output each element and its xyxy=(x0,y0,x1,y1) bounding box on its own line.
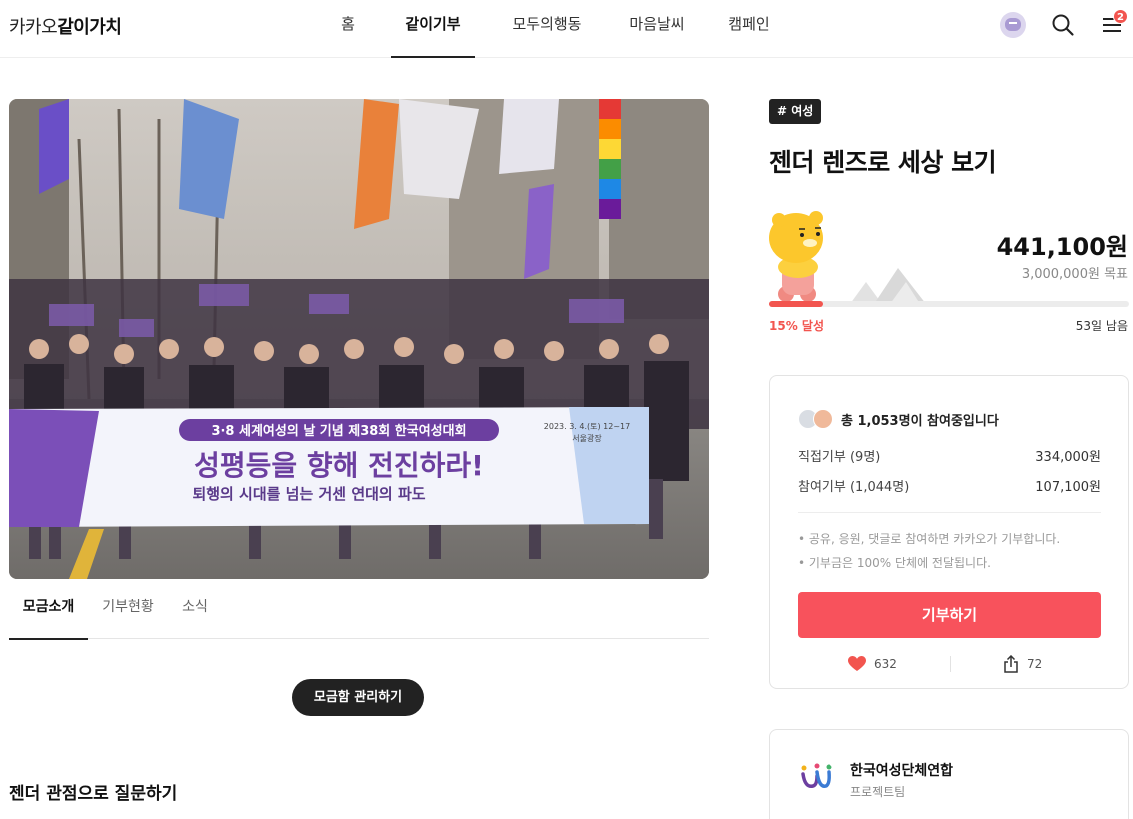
goal-amount: 3,000,000원 목표 xyxy=(1021,267,1128,282)
participants-text: 총 1,053명이 참여중입니다 xyxy=(841,413,999,429)
divider xyxy=(950,656,951,672)
nav-everyone-action[interactable]: 모두의행동 xyxy=(502,0,592,58)
direct-donation-value: 334,000원 xyxy=(1035,450,1101,465)
days-left: 53일 남음 xyxy=(1075,319,1128,333)
share-button[interactable]: 72 xyxy=(1003,654,1042,674)
organization-subtitle: 프로젝트팀 xyxy=(850,785,906,799)
tab-intro[interactable]: 모금소개 xyxy=(9,590,88,640)
progress-percent: 15% 달성 xyxy=(769,319,824,333)
participant-avatar xyxy=(813,409,833,429)
section-heading: 젠더 관점으로 질문하기 xyxy=(9,784,178,804)
organization-name: 한국여성단체연합 xyxy=(850,763,954,779)
tab-news[interactable]: 소식 xyxy=(168,590,222,639)
category-tag[interactable]: # 여성 xyxy=(769,99,822,124)
banner-place: 서울광장 xyxy=(572,433,602,443)
banner-date: 2023. 3. 4.(토) 12~17 xyxy=(544,422,630,431)
banner-line3: 퇴행의 시대를 넘는 거센 연대의 파도 xyxy=(192,485,425,503)
organization-logo xyxy=(795,758,835,798)
brand-logo[interactable]: 카카오같이가치 xyxy=(9,13,122,39)
ryan-mascot-icon xyxy=(769,211,823,302)
participation-donation-value: 107,100원 xyxy=(1035,480,1101,495)
brand-light: 카카오 xyxy=(9,17,58,38)
tab-donation-status[interactable]: 기부현황 xyxy=(88,590,168,639)
top-header: 카카오같이가치 홈 같이기부 모두의행동 마음날씨 캠페인 2 xyxy=(0,0,1133,58)
share-count: 72 xyxy=(1027,657,1043,671)
participants-summary: 총 1,053명이 참여중입니다 xyxy=(798,408,999,430)
campaign-hero-image: 3·8 세계여성의 날 기념 제38회 한국여성대회 성평등을 향해 전진하라!… xyxy=(9,99,709,579)
like-button[interactable]: 632 xyxy=(848,654,897,674)
progress-mountains-icon xyxy=(850,268,926,304)
share-icon xyxy=(1004,655,1018,673)
nav-mind-weather[interactable]: 마음날씨 xyxy=(617,0,697,58)
donation-card: 총 1,053명이 참여중입니다 직접기부 (9명) 334,000원 참여기부… xyxy=(769,375,1129,689)
notification-badge: 2 xyxy=(1113,9,1128,24)
like-count: 632 xyxy=(874,657,897,671)
nav-home[interactable]: 홈 xyxy=(320,0,376,58)
progress-bar xyxy=(769,301,1129,307)
raised-amount: 441,100원 xyxy=(996,233,1128,261)
organization-card[interactable]: 한국여성단체연합 프로젝트팀 xyxy=(769,729,1129,819)
divider xyxy=(798,512,1101,513)
nav-donate-together[interactable]: 같이기부 xyxy=(391,0,475,58)
heart-icon xyxy=(848,656,866,671)
manage-fundbox-button[interactable]: 모금함 관리하기 xyxy=(292,679,424,716)
march-photo: 3·8 세계여성의 날 기념 제38회 한국여성대회 성평등을 향해 전진하라!… xyxy=(9,99,709,579)
campaign-title: 젠더 렌즈로 세상 보기 xyxy=(769,148,997,177)
brand-bold: 같이가치 xyxy=(57,17,122,38)
progress-fill xyxy=(769,301,823,307)
search-icon[interactable] xyxy=(1051,13,1075,37)
banner-line2: 성평등을 향해 전진하라! xyxy=(194,449,484,482)
banner-line1: 3·8 세계여성의 날 기념 제38회 한국여성대회 xyxy=(211,423,466,439)
avatar[interactable] xyxy=(1000,12,1026,38)
content-tabs: 모금소개 기부현황 소식 xyxy=(9,590,709,640)
nav-campaign[interactable]: 캠페인 xyxy=(717,0,781,58)
participation-donation-row: 참여기부 (1,044명) 107,100원 xyxy=(798,476,1101,495)
donate-button[interactable]: 기부하기 xyxy=(798,592,1101,638)
main-nav: 홈 같이기부 모두의행동 마음날씨 캠페인 xyxy=(320,0,781,58)
info-note: • 기부금은 100% 단체에 전달됩니다. xyxy=(798,556,991,570)
participation-donation-label: 참여기부 (1,044명) xyxy=(798,480,910,495)
direct-donation-label: 직접기부 (9명) xyxy=(798,450,881,465)
direct-donation-row: 직접기부 (9명) 334,000원 xyxy=(798,446,1101,465)
info-note: • 공유, 응원, 댓글로 참여하면 카카오가 기부합니다. xyxy=(798,532,1061,546)
